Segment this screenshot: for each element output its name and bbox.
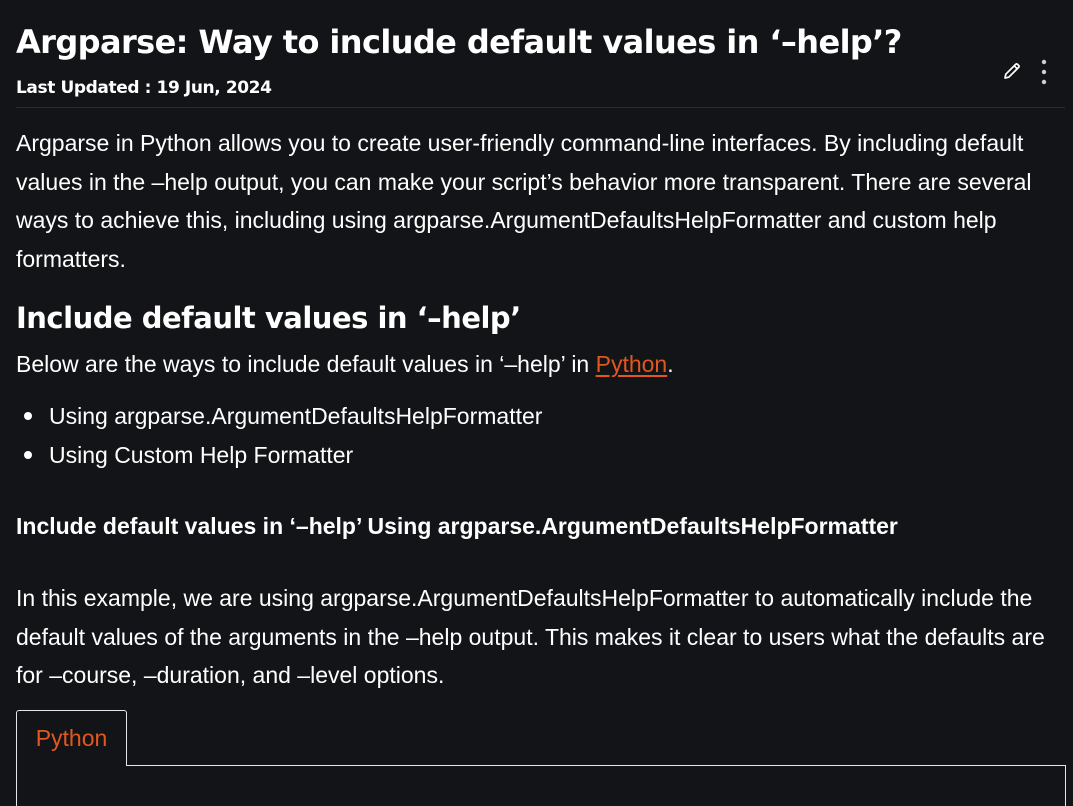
last-updated-date: Last Updated : 19 Jun, 2024 [16,78,272,98]
code-block: Python [16,710,1066,806]
list-item: Using argparse.ArgumentDefaultsHelpForma… [16,397,542,436]
vertical-dots-icon [1041,59,1047,85]
list-item: Using Custom Help Formatter [16,436,542,475]
tab-python[interactable]: Python [16,710,127,766]
header-divider [16,107,1065,108]
pencil-icon [1004,63,1020,79]
methods-intro-paragraph: Below are the ways to include default va… [16,345,674,384]
edit-article-button[interactable] [999,58,1025,84]
intro-paragraph: Argparse in Python allows you to create … [16,130,1032,272]
methods-intro-text: Below are the ways to include default va… [16,351,596,377]
example-paragraph: In this example, we are using argparse.A… [16,585,1045,688]
method-subheading: Include default values in ‘–help’ Using … [16,513,898,539]
article-page: Argparse: Way to include default values … [0,0,1073,806]
python-link[interactable]: Python [596,351,668,377]
methods-intro-period: . [667,351,674,377]
section-heading: Include default values in ‘–help’ [16,301,521,335]
article-title: Argparse: Way to include default values … [16,23,902,61]
code-panel [16,765,1066,806]
methods-list: Using argparse.ArgumentDefaultsHelpForma… [16,397,542,474]
more-options-button[interactable] [1031,58,1057,86]
